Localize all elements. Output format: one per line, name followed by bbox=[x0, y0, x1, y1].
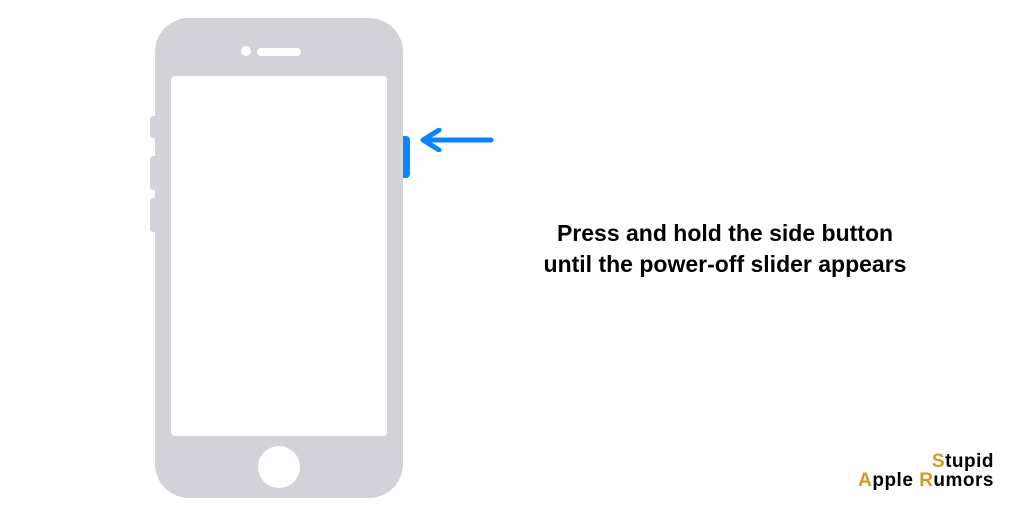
volume-down-button bbox=[150, 198, 155, 232]
instruction-text: Press and hold the side button until the… bbox=[540, 218, 910, 280]
side-power-button bbox=[403, 136, 410, 178]
phone-screen bbox=[171, 76, 387, 436]
logo-line-2: Apple Rumors bbox=[858, 471, 994, 490]
logo-rest-1: tupid bbox=[945, 451, 994, 472]
volume-up-button bbox=[150, 156, 155, 190]
logo-cap-s: S bbox=[932, 451, 945, 472]
mute-switch bbox=[150, 116, 155, 138]
front-camera-icon bbox=[241, 46, 251, 56]
logo-word-a: pple bbox=[872, 470, 919, 491]
logo-line-1: Stupid bbox=[858, 452, 994, 471]
home-button bbox=[258, 446, 300, 488]
site-logo: Stupid Apple Rumors bbox=[858, 452, 994, 490]
logo-word-b: umors bbox=[933, 470, 994, 491]
logo-cap-r: R bbox=[919, 470, 933, 491]
diagram-canvas: Press and hold the side button until the… bbox=[0, 0, 1024, 512]
logo-cap-a: A bbox=[858, 470, 872, 491]
arrow-left-icon bbox=[415, 128, 495, 152]
iphone-outline bbox=[155, 18, 403, 498]
earpiece-icon bbox=[257, 48, 301, 56]
